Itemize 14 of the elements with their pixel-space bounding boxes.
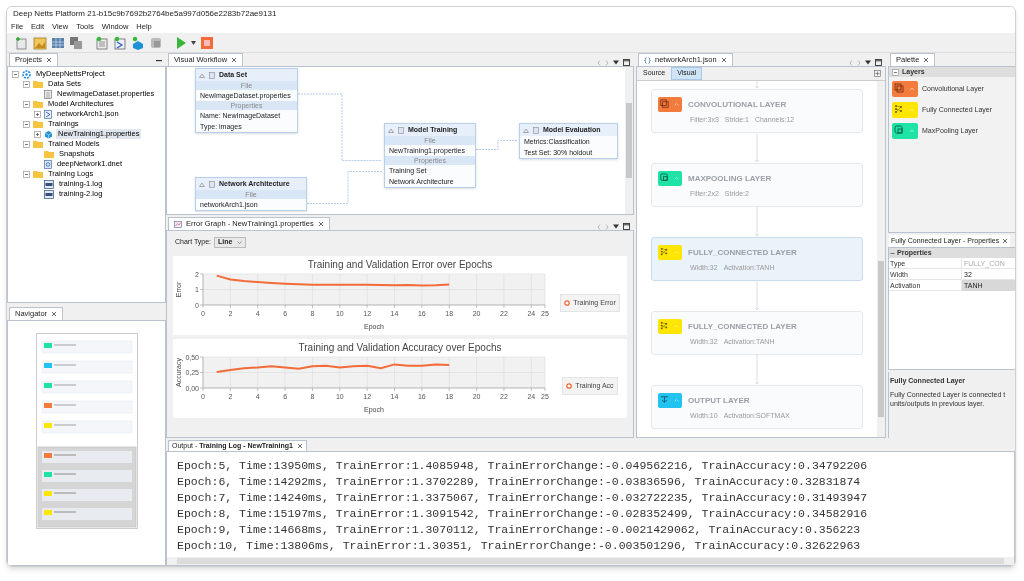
layer-title: CONVOLUTIONAL LAYER (688, 98, 787, 111)
layer-title: FULLY_CONNECTED LAYER (688, 246, 797, 259)
log-line: Epoch:10, Time:13806ms, TrainError:1.30351, TrainErrorChange:-0.003501296, TrainAccuracy:0.32622963 (177, 538, 862, 554)
log-line: Epoch:5, Time:13950ms, TrainError:1.4085948, TrainErrorChange:-0.049562216, TrainAccuracy:0.34792206 (177, 458, 869, 474)
layer-title: OUTPUT LAYER (688, 394, 750, 407)
layer-title: MAXPOOLING LAYER (688, 172, 772, 185)
window-title: Deep Netts Platform 21-b15c9b7692b2764be5a997d056e2283b72ae9131 (13, 8, 277, 20)
chart-title: Training and Validation Error over Epochs (307, 259, 493, 271)
chart-title: Training and Validation Accuracy over Epochs (298, 342, 502, 354)
log-line: Epoch:7, Time:14240ms, TrainError:1.3375067, TrainErrorChange:-0.032722235, TrainAccuracy:0.31493947 (177, 490, 869, 506)
layer-title: FULLY_CONNECTED LAYER (688, 320, 797, 333)
log-line: Epoch:9, Time:14668ms, TrainError:1.3070112, TrainErrorChange:-0.0021429062, TrainAccuracy:0.356223 (177, 522, 862, 538)
log-line: Epoch:8, Time:15197ms, TrainError:1.3091542, TrainErrorChange:-0.028352499, TrainAccuracy:0.34582916 (177, 506, 869, 522)
log-line: Epoch:6, Time:14292ms, TrainError:1.3702289, TrainErrorChange:-0.03836596, TrainAccuracy:0.32831874 (177, 474, 862, 490)
